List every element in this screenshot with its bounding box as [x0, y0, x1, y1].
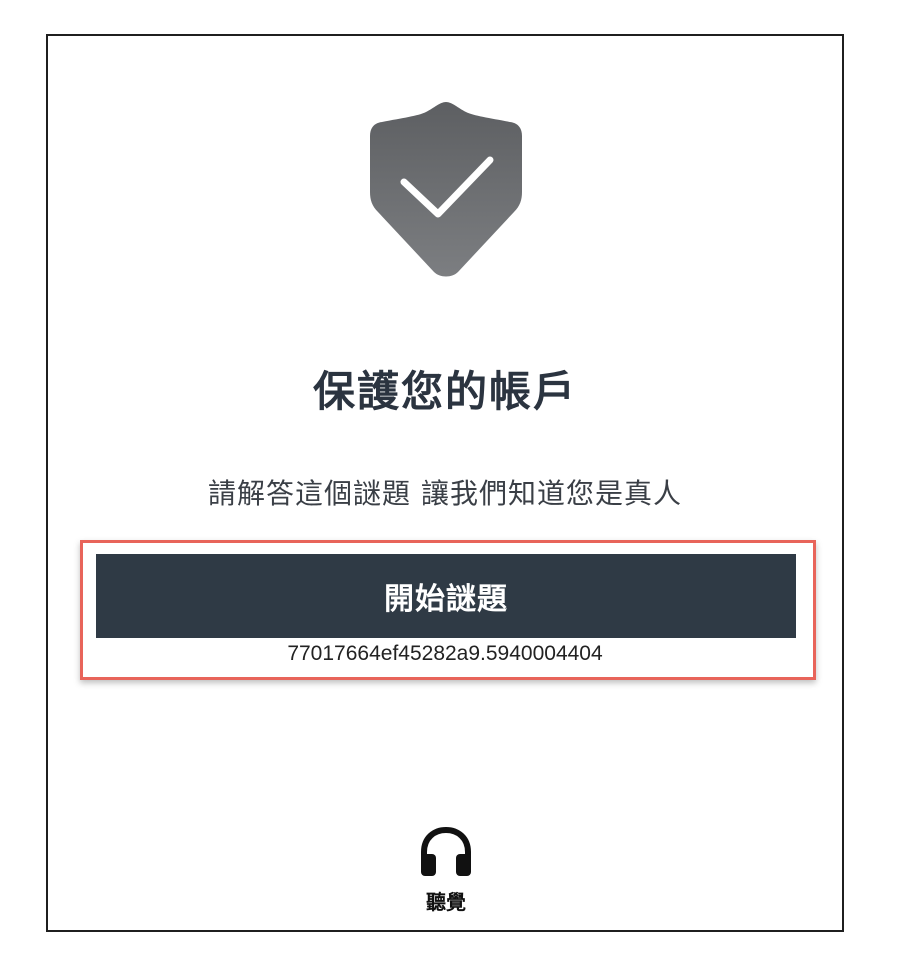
captcha-frame: 保護您的帳戶 請解答這個謎題 讓我們知道您是真人 開始謎題 77017664ef… — [46, 34, 844, 932]
headphones-icon — [418, 826, 474, 882]
session-id-text: 77017664ef45282a9.5940004404 — [287, 642, 603, 665]
instructions-text: 請解答這個謎題 讓我們知道您是真人 — [208, 477, 682, 510]
shield-check-icon — [366, 100, 526, 282]
audio-button[interactable]: 聽覺 — [406, 826, 486, 916]
audio-label: 聽覺 — [426, 890, 466, 914]
start-puzzle-button[interactable]: 開始謎題 — [96, 554, 796, 638]
page-title: 保護您的帳戶 — [312, 367, 577, 416]
